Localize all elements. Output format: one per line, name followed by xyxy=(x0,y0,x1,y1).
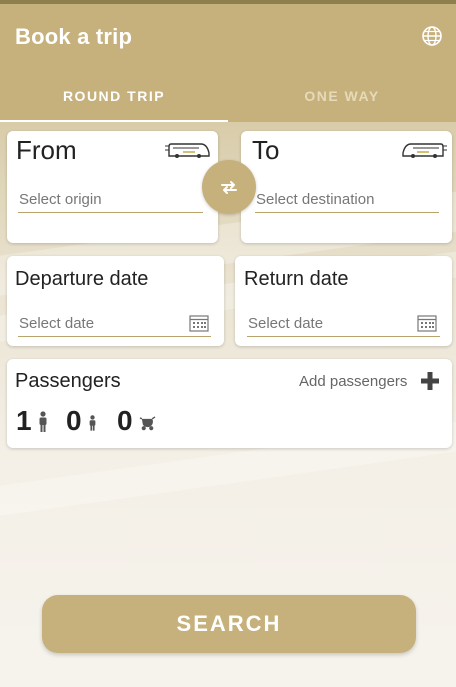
return-label: Return date xyxy=(244,268,349,290)
infant-count: 0 xyxy=(117,405,133,436)
departure-underline xyxy=(18,336,211,337)
adult-icon xyxy=(39,411,47,432)
child-icon xyxy=(89,415,96,431)
from-card[interactable]: From Select origin xyxy=(7,131,218,243)
tab-round-trip[interactable]: ROUND TRIP xyxy=(0,88,228,108)
app-header: Book a trip ROUND TRIP ONE WAY xyxy=(0,4,456,123)
origin-input[interactable]: Select origin xyxy=(19,191,102,208)
bus-icon xyxy=(402,143,447,158)
return-date-input[interactable]: Select date xyxy=(248,315,323,332)
passengers-label: Passengers xyxy=(15,370,121,392)
destination-underline xyxy=(255,212,439,213)
globe-icon[interactable] xyxy=(420,24,444,48)
plus-icon[interactable] xyxy=(419,370,441,392)
to-label: To xyxy=(252,135,280,165)
bus-icon xyxy=(165,143,210,158)
origin-underline xyxy=(18,212,203,213)
swap-button[interactable] xyxy=(202,160,256,214)
to-card[interactable]: To Select destination xyxy=(241,131,452,243)
stroller-icon xyxy=(139,416,156,431)
page-title: Book a trip xyxy=(15,24,133,49)
from-label: From xyxy=(16,135,77,165)
departure-card[interactable]: Departure date Select date xyxy=(7,256,224,346)
tab-one-way[interactable]: ONE WAY xyxy=(228,88,456,108)
departure-date-input[interactable]: Select date xyxy=(19,315,94,332)
destination-input[interactable]: Select destination xyxy=(256,191,374,208)
return-underline xyxy=(247,336,440,337)
calendar-icon xyxy=(417,315,437,332)
swap-icon xyxy=(221,181,237,194)
departure-label: Departure date xyxy=(15,268,149,290)
adult-count: 1 xyxy=(16,405,32,436)
child-count: 0 xyxy=(66,405,82,436)
add-passengers-button[interactable]: Add passengers xyxy=(299,373,407,390)
calendar-icon xyxy=(189,315,209,332)
search-button[interactable]: SEARCH xyxy=(42,595,416,653)
return-card[interactable]: Return date Select date xyxy=(235,256,452,346)
